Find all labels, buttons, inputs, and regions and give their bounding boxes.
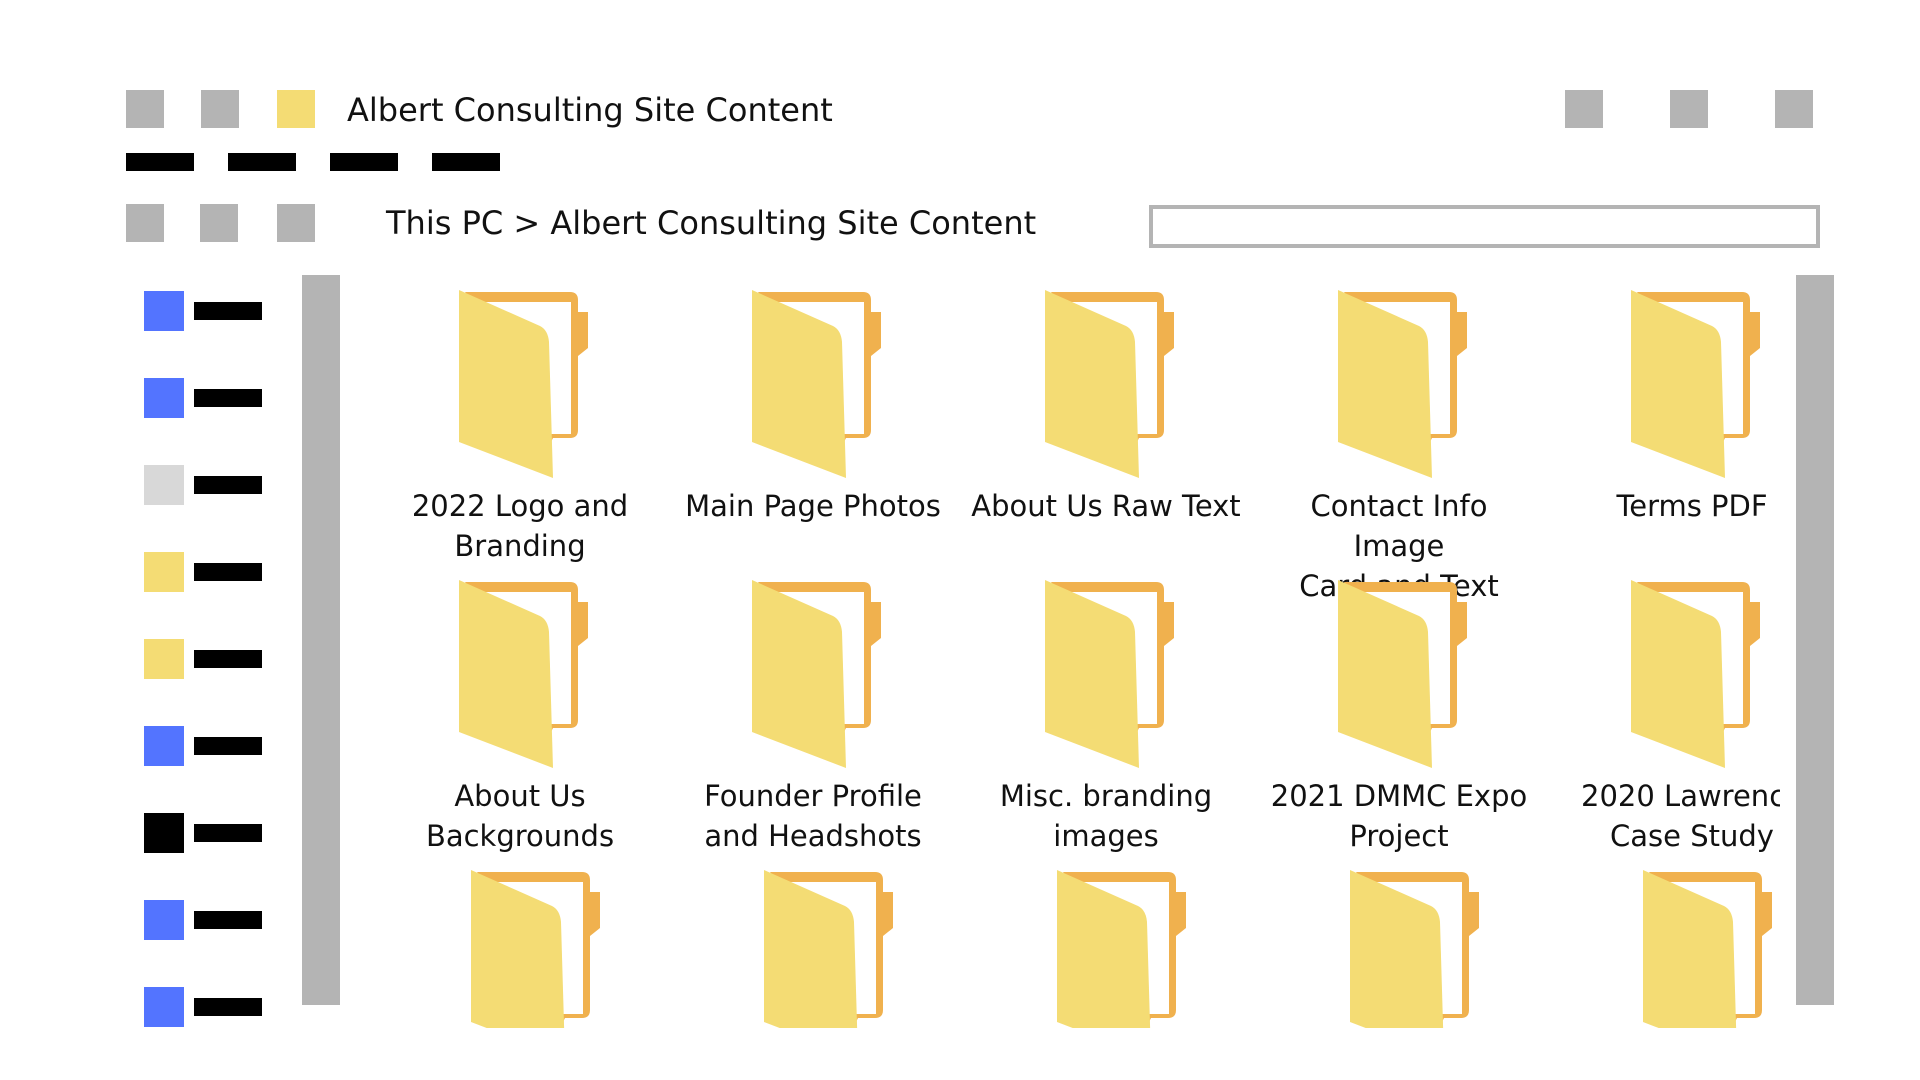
folder-icon	[1043, 870, 1253, 1028]
folder-name: 2020 Lawrence Case Study	[1581, 779, 1780, 853]
folder-item[interactable]	[1276, 870, 1546, 1028]
folder-icon	[1031, 580, 1241, 770]
folder-icon	[1617, 580, 1780, 770]
nav-back-icon[interactable]	[126, 204, 164, 242]
folder-item[interactable]	[1569, 870, 1780, 1028]
folder-item[interactable]: Main Page Photos	[678, 290, 948, 523]
address-path[interactable]: This PC > Albert Consulting Site Content	[386, 201, 1036, 245]
menu-item-2[interactable]	[228, 153, 296, 171]
folder-item[interactable]: Contact Info Image Card and Text	[1264, 290, 1534, 603]
folder-icon	[1629, 870, 1780, 1028]
blue-square-icon	[144, 378, 184, 418]
file-grid: 2022 Logo and Branding Main Page Photos Ab…	[360, 270, 1780, 1028]
folder-icon	[1324, 290, 1534, 480]
folder-item[interactable]: 2020 Lawrence Case Study	[1557, 580, 1780, 853]
sidebar-item-label	[194, 911, 262, 929]
folder-icon	[1324, 580, 1534, 770]
window-title: Albert Consulting Site Content	[347, 91, 833, 129]
maximize-icon[interactable]	[1670, 90, 1708, 128]
folder-name: Misc. branding images	[999, 779, 1213, 853]
sidebar-item-label	[194, 302, 262, 320]
sidebar-item-label	[194, 737, 262, 755]
folder-name: Main Page Photos	[685, 489, 941, 523]
folder-item[interactable]	[983, 870, 1253, 1028]
blue-square-icon	[144, 726, 184, 766]
menu-item-4[interactable]	[432, 153, 500, 171]
folder-item[interactable]: 2021 DMMC Expo Project	[1264, 580, 1534, 853]
folder-name: About Us Raw Text	[971, 489, 1241, 523]
folder-icon	[457, 870, 667, 1028]
folder-item[interactable]: Founder Profile and Headshots	[678, 580, 948, 853]
sidebar-item-6[interactable]	[144, 726, 262, 766]
folder-icon	[1031, 290, 1241, 480]
sidebar-item-label	[194, 998, 262, 1016]
sidebar-item-7[interactable]	[144, 813, 262, 853]
back-square-icon[interactable]	[126, 90, 164, 128]
folder-item[interactable]: Misc. branding images	[971, 580, 1241, 853]
blue-square-icon	[144, 291, 184, 331]
folder-item[interactable]: Terms PDF	[1557, 290, 1780, 523]
sidebar-item-3[interactable]	[144, 465, 262, 505]
folder-item[interactable]	[690, 870, 960, 1028]
menu-item-1[interactable]	[126, 153, 194, 171]
folder-item[interactable]: About Us Raw Text	[971, 290, 1241, 523]
blue-square-icon	[144, 900, 184, 940]
folder-item[interactable]: 2022 Logo and Branding	[385, 290, 655, 563]
folder-name: 2022 Logo and Branding	[411, 489, 629, 563]
yellow-square-icon	[144, 639, 184, 679]
sidebar-item-1[interactable]	[144, 291, 262, 331]
sidebar-item-label	[194, 824, 262, 842]
yellow-square-icon	[144, 552, 184, 592]
folder-icon	[445, 290, 655, 480]
folder-icon	[738, 580, 948, 770]
folder-icon	[750, 870, 960, 1028]
sidebar-item-label	[194, 476, 262, 494]
sidebar-scrollbar[interactable]	[302, 275, 340, 1005]
folder-icon	[445, 580, 655, 770]
sidebar-item-2[interactable]	[144, 378, 262, 418]
blue-square-icon	[144, 987, 184, 1027]
search-input[interactable]	[1149, 205, 1820, 248]
nav-up-icon[interactable]	[277, 204, 315, 242]
folder-item[interactable]: About Us Backgrounds	[385, 580, 655, 853]
folder-item[interactable]	[397, 870, 667, 1028]
nav-forward-icon[interactable]	[200, 204, 238, 242]
close-icon[interactable]	[1775, 90, 1813, 128]
black-square-icon	[144, 813, 184, 853]
sidebar-item-9[interactable]	[144, 987, 262, 1027]
folder-icon	[738, 290, 948, 480]
light-gray-square-icon	[144, 465, 184, 505]
quick-access-square-icon[interactable]	[201, 90, 239, 128]
sidebar-item-label	[194, 389, 262, 407]
sidebar-item-label	[194, 563, 262, 581]
folder-name: 2021 DMMC Expo Project	[1270, 779, 1528, 853]
folder-name: About Us Backgrounds	[425, 779, 615, 853]
folder-icon	[277, 90, 315, 128]
sidebar-item-5[interactable]	[144, 639, 262, 679]
content-scrollbar[interactable]	[1796, 275, 1834, 1005]
folder-name: Founder Profile and Headshots	[704, 779, 922, 853]
sidebar-item-label	[194, 650, 262, 668]
sidebar-item-4[interactable]	[144, 552, 262, 592]
minimize-icon[interactable]	[1565, 90, 1603, 128]
folder-name: Terms PDF	[1616, 489, 1768, 523]
folder-icon	[1617, 290, 1780, 480]
folder-icon	[1336, 870, 1546, 1028]
sidebar-item-8[interactable]	[144, 900, 262, 940]
menu-item-3[interactable]	[330, 153, 398, 171]
